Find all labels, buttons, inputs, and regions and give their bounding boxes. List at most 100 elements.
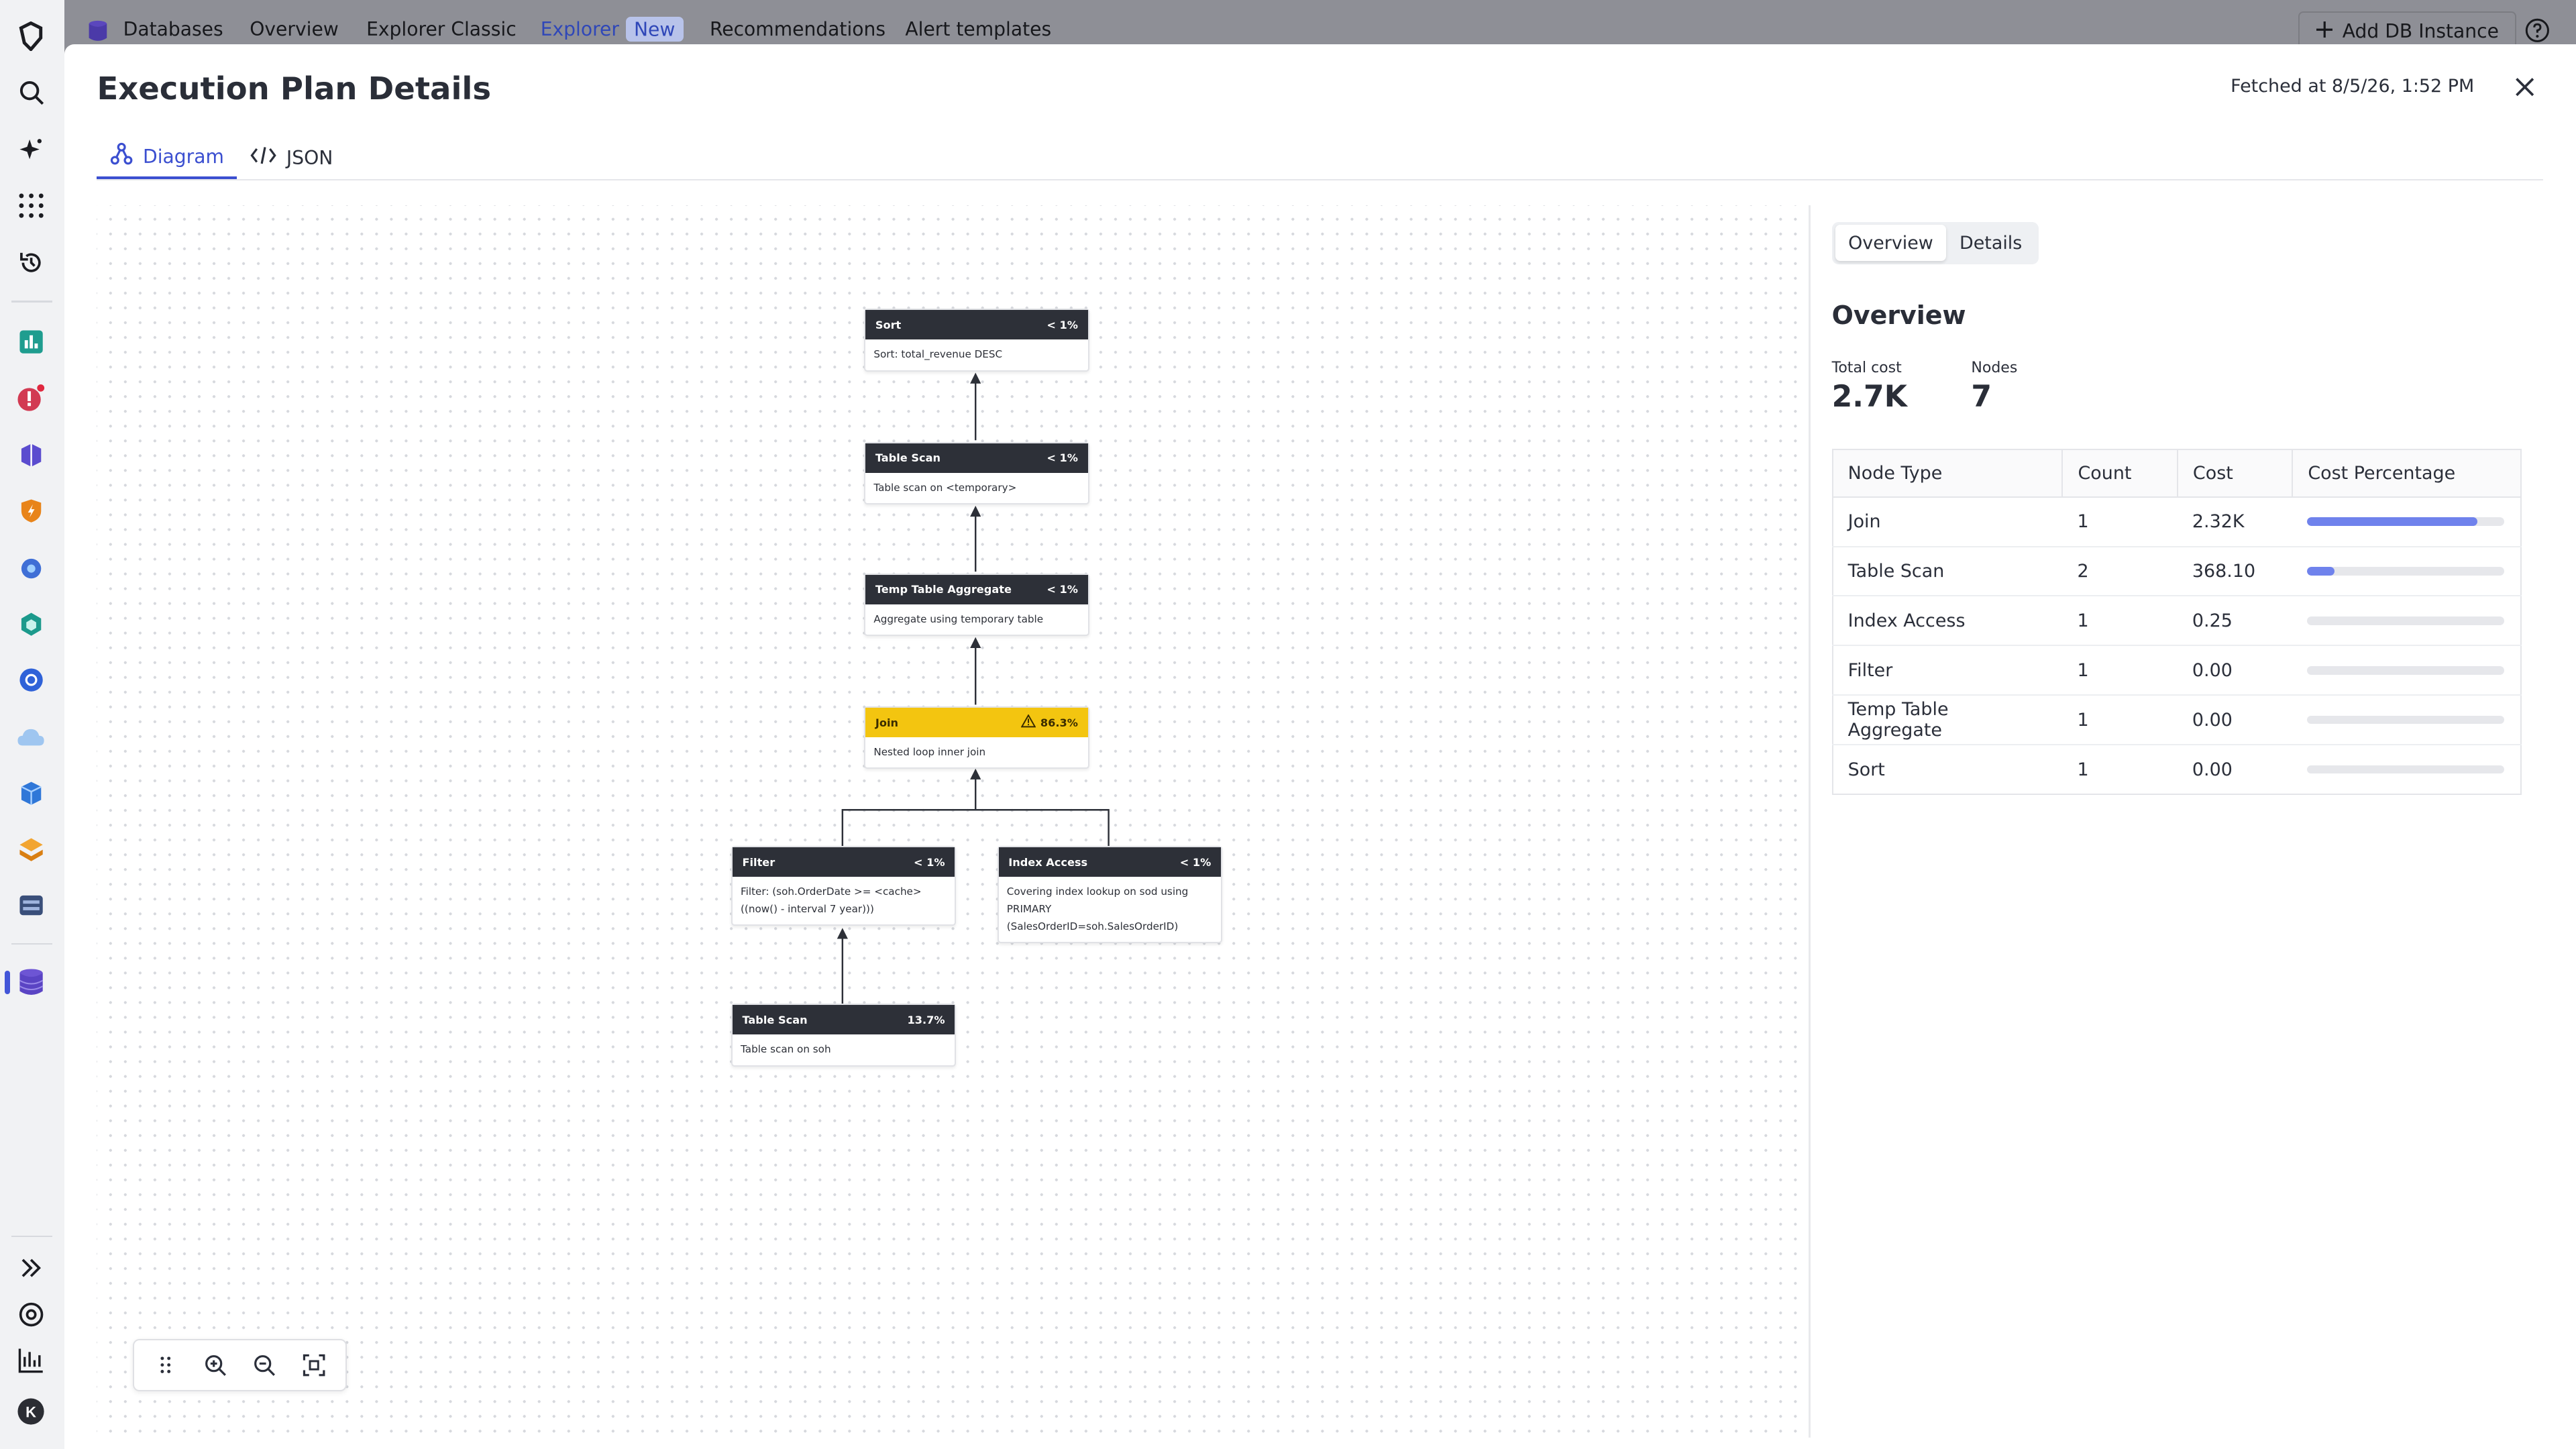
fit-view-icon — [303, 1354, 325, 1377]
plan-edges — [837, 372, 1110, 1004]
plan-node-table-scan-soh[interactable]: Table Scan 13.7% Table scan on soh — [731, 1004, 957, 1067]
panel-segmented-control: Overview Details — [1831, 221, 2039, 265]
table-row: Index Access 1 0.25 — [1832, 596, 2522, 647]
node-percent: 13.7% — [907, 1013, 945, 1026]
history-icon[interactable] — [15, 246, 48, 279]
expand-sidebar-icon[interactable] — [15, 1252, 48, 1285]
close-button[interactable] — [2510, 72, 2540, 102]
cloud-app-icon[interactable] — [15, 721, 48, 754]
node-description: Aggregate using temporary table — [873, 612, 1044, 625]
column-header[interactable]: Count — [2062, 449, 2178, 498]
nav-explorer-classic[interactable]: Explorer Classic — [366, 18, 517, 40]
cell-cost: 0.25 — [2177, 596, 2293, 647]
plan-node-temp-table-aggregate[interactable]: Temp Table Aggregate < 1% Aggregate using… — [864, 573, 1089, 637]
zoom-in-icon — [205, 1355, 226, 1376]
overview-panel: Overview Details Overview Total cost 2.7… — [1831, 221, 2522, 796]
node-description: Filter: (soh.OrderDate >= <cache>((now()… — [741, 885, 922, 915]
dashboard-app-icon[interactable] — [15, 325, 48, 358]
help-support-icon[interactable] — [15, 1298, 48, 1331]
nav-explorer-label: Explorer — [540, 17, 619, 40]
node-percent: < 1% — [1046, 583, 1078, 596]
node-description: Sort: total_revenue DESC — [873, 348, 1003, 361]
cubes-app-icon[interactable] — [15, 439, 48, 472]
execution-plan-modal: Execution Plan Details Fetched at 8/5/26… — [64, 44, 2576, 1449]
column-header[interactable]: Node Type — [1832, 449, 2063, 498]
column-header[interactable]: Cost — [2177, 449, 2294, 498]
seg-details[interactable]: Details — [1946, 225, 2035, 261]
cell-count: 1 — [2062, 596, 2178, 647]
app-rail: K — [0, 0, 64, 1449]
node-title: Table Scan — [875, 451, 941, 465]
plan-node-table-scan-temp[interactable]: Table Scan < 1% Table scan on <temporary> — [864, 441, 1089, 505]
cost-bar — [2307, 666, 2505, 675]
plan-node-filter[interactable]: Filter < 1% Filter: (soh.OrderDate >= <ca… — [731, 846, 957, 926]
tab-json[interactable]: JSON — [237, 136, 345, 179]
node-description: Nested loop inner join — [873, 745, 986, 758]
databases-app-icon[interactable] — [15, 966, 48, 999]
plan-node-join[interactable]: Join 86.3% Nested loop inner join — [864, 706, 1089, 769]
node-description: Table scan on soh — [741, 1043, 831, 1056]
tab-json-label: JSON — [286, 146, 333, 169]
drag-handle-icon[interactable] — [148, 1347, 184, 1383]
node-description: Table scan on <temporary> — [873, 481, 1017, 494]
services-app-icon[interactable] — [15, 552, 48, 585]
zoom-in-button[interactable] — [197, 1347, 233, 1383]
nav-databases[interactable]: Databases — [123, 18, 223, 40]
tab-diagram[interactable]: Diagram — [97, 136, 237, 179]
cost-bar — [2307, 567, 2505, 576]
storage-app-icon[interactable] — [15, 889, 48, 922]
close-icon — [2516, 78, 2534, 97]
kubernetes-app-icon[interactable] — [15, 663, 48, 696]
view-tabs: Diagram JSON — [97, 136, 345, 179]
node-title: Sort — [875, 318, 902, 331]
cost-bar — [2307, 765, 2505, 774]
seg-overview[interactable]: Overview — [1835, 225, 1947, 262]
problems-app-icon[interactable] — [15, 381, 48, 414]
nav-alert-templates[interactable]: Alert templates — [905, 18, 1051, 40]
kpi-nodes: Nodes 7 — [1971, 360, 2017, 414]
nav-overview[interactable]: Overview — [250, 18, 339, 40]
plan-node-sort[interactable]: Sort < 1% Sort: total_revenue DESC — [864, 309, 1089, 372]
column-header[interactable]: Cost Percentage — [2292, 449, 2522, 498]
modal-title: Execution Plan Details — [97, 70, 492, 107]
table-row: Temp Table Aggregate 1 0.00 — [1832, 695, 2522, 746]
cost-bar — [2307, 716, 2505, 724]
box-app-icon[interactable] — [15, 777, 48, 810]
security-shield-icon[interactable] — [15, 494, 48, 527]
diagram-icon — [110, 142, 133, 170]
cell-node-type: Temp Table Aggregate — [1832, 695, 2063, 746]
cell-count: 1 — [2062, 695, 2178, 746]
fit-view-button[interactable] — [296, 1347, 332, 1383]
nav-explorer[interactable]: Explorer New — [540, 16, 684, 42]
node-title: Table Scan — [742, 1013, 808, 1026]
help-icon[interactable] — [2525, 18, 2550, 48]
layers-app-icon[interactable] — [15, 833, 48, 866]
analytics-icon[interactable] — [15, 1344, 48, 1377]
dynatrace-logo-icon[interactable] — [15, 19, 48, 52]
fetched-timestamp: Fetched at 8/5/26, 1:52 PM — [2231, 75, 2475, 97]
cell-node-type: Sort — [1847, 759, 1885, 780]
cost-bar — [2307, 517, 2505, 526]
kpi-row: Total cost 2.7K Nodes 7 — [1832, 360, 2018, 414]
kpi-label: Total cost — [1831, 360, 1902, 377]
node-percent: 86.3% — [1040, 716, 1078, 729]
nav-recommendations[interactable]: Recommendations — [710, 18, 885, 40]
node-title: Join — [875, 716, 898, 729]
node-percent: < 1% — [914, 855, 945, 869]
node-percent: < 1% — [1179, 855, 1212, 869]
plus-icon — [2316, 20, 2333, 42]
infrastructure-app-icon[interactable] — [15, 608, 48, 641]
sparkle-icon[interactable] — [15, 133, 48, 166]
plan-diagram-canvas[interactable]: Sort < 1% Sort: total_revenue DESC Table … — [97, 205, 1809, 1438]
search-icon[interactable] — [15, 76, 48, 109]
node-percent: < 1% — [1046, 451, 1078, 465]
add-db-instance-label: Add DB Instance — [2342, 20, 2499, 43]
user-avatar-icon[interactable]: K — [15, 1395, 48, 1428]
plan-node-index-access[interactable]: Index Access < 1% Covering index lookup o… — [997, 846, 1223, 944]
zoom-out-button[interactable] — [246, 1347, 282, 1383]
svg-text:K: K — [26, 1403, 37, 1420]
cell-node-type: Index Access — [1832, 596, 2063, 647]
apps-grid-icon[interactable] — [15, 189, 48, 222]
zoom-out-icon — [254, 1355, 276, 1376]
node-title: Temp Table Aggregate — [875, 583, 1012, 596]
